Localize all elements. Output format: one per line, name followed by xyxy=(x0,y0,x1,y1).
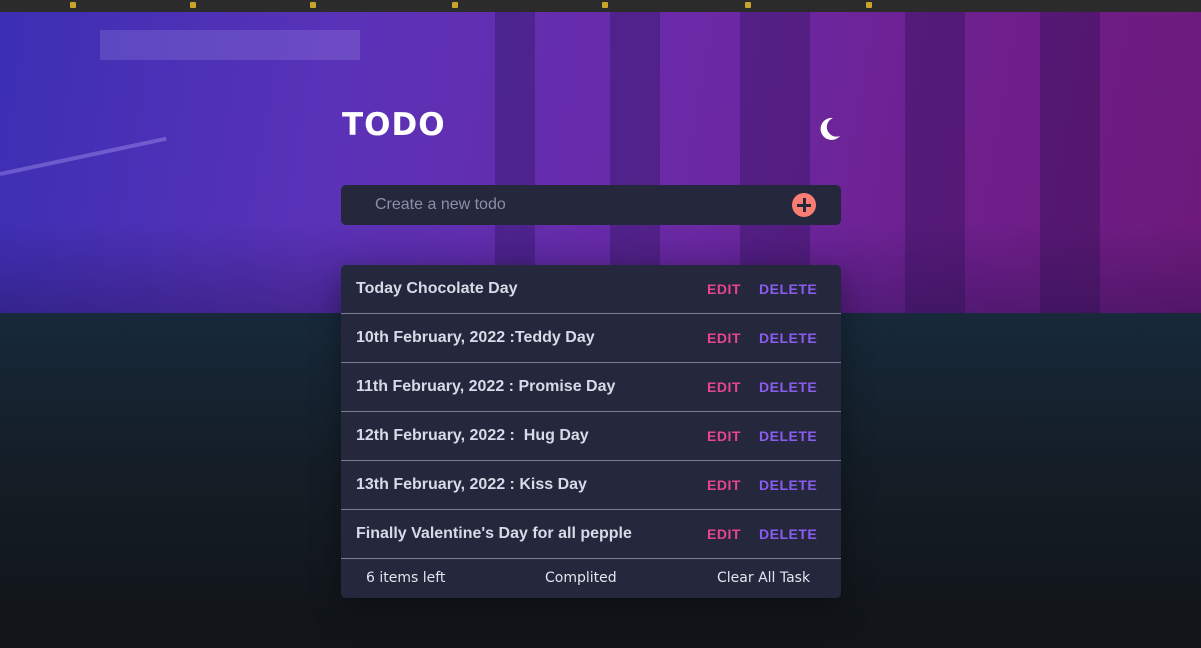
bookmark-folder-icon[interactable] xyxy=(70,2,76,8)
delete-button[interactable]: DELETE xyxy=(759,363,817,411)
todo-item: 13th February, 2022 : Kiss Day EDIT DELE… xyxy=(341,461,841,510)
bookmark-folder-icon[interactable] xyxy=(310,2,316,8)
edit-button[interactable]: EDIT xyxy=(707,510,741,558)
todo-text: Today Chocolate Day xyxy=(356,280,518,297)
new-todo-bar xyxy=(341,185,841,225)
todo-text: 12th February, 2022 : Hug Day xyxy=(356,427,589,444)
bookmark-folder-icon[interactable] xyxy=(190,2,196,8)
edit-button[interactable]: EDIT xyxy=(707,363,741,411)
new-todo-input[interactable] xyxy=(375,185,775,225)
hero-railing xyxy=(0,136,167,176)
todo-item: Finally Valentine's Day for all pepple E… xyxy=(341,510,841,559)
add-todo-button[interactable] xyxy=(792,193,816,217)
hero-arch-shape xyxy=(100,30,360,60)
delete-button[interactable]: DELETE xyxy=(759,314,817,362)
bookmark-folder-icon[interactable] xyxy=(866,2,872,8)
todo-text: 10th February, 2022 :Teddy Day xyxy=(356,329,595,346)
todo-text: Finally Valentine's Day for all pepple xyxy=(356,525,632,542)
todo-list: Today Chocolate Day EDIT DELETE 10th Feb… xyxy=(341,265,841,598)
todo-item: Today Chocolate Day EDIT DELETE xyxy=(341,265,841,314)
edit-button[interactable]: EDIT xyxy=(707,314,741,362)
delete-button[interactable]: DELETE xyxy=(759,265,817,313)
edit-button[interactable]: EDIT xyxy=(707,461,741,509)
todo-item: 12th February, 2022 : Hug Day EDIT DELET… xyxy=(341,412,841,461)
delete-button[interactable]: DELETE xyxy=(759,412,817,460)
clear-all-button[interactable]: Clear All Task xyxy=(717,559,810,598)
completed-filter-button[interactable]: Complited xyxy=(545,559,617,598)
bookmark-folder-icon[interactable] xyxy=(745,2,751,8)
todo-item: 10th February, 2022 :Teddy Day EDIT DELE… xyxy=(341,314,841,363)
theme-toggle-button[interactable] xyxy=(814,114,844,144)
delete-button[interactable]: DELETE xyxy=(759,461,817,509)
todo-text: 13th February, 2022 : Kiss Day xyxy=(356,476,587,493)
todo-text: 11th February, 2022 : Promise Day xyxy=(356,378,616,395)
edit-button[interactable]: EDIT xyxy=(707,412,741,460)
bookmark-folder-icon[interactable] xyxy=(452,2,458,8)
todo-item: 11th February, 2022 : Promise Day EDIT D… xyxy=(341,363,841,412)
edit-button[interactable]: EDIT xyxy=(707,265,741,313)
bookmark-folder-icon[interactable] xyxy=(602,2,608,8)
moon-icon xyxy=(820,117,840,140)
items-left-count: 6 items left xyxy=(366,570,446,586)
app-title: TODO xyxy=(342,107,446,143)
todo-list-footer: 6 items left Complited Clear All Task xyxy=(341,559,841,598)
delete-button[interactable]: DELETE xyxy=(759,510,817,558)
